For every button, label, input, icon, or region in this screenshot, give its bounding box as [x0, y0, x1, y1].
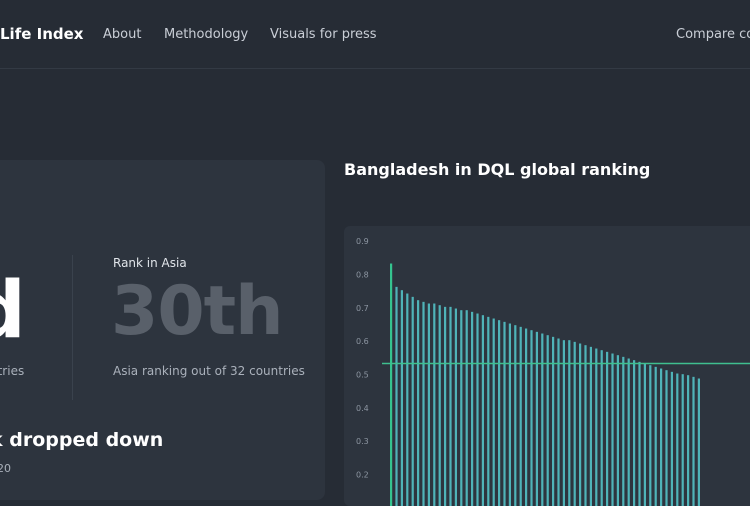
chart-bar[interactable]: [660, 368, 663, 506]
chart-bar[interactable]: [541, 333, 544, 506]
chart-bar[interactable]: [519, 326, 522, 506]
chart-bar[interactable]: [530, 330, 533, 506]
chart-bar[interactable]: [514, 325, 517, 506]
chart-bar[interactable]: [654, 366, 657, 506]
y-tick-label: 0.9: [356, 237, 369, 246]
chart-bar[interactable]: [471, 311, 474, 506]
chart-bar[interactable]: [433, 303, 436, 506]
y-tick-label: 0.6: [356, 337, 369, 346]
chart-bar[interactable]: [616, 355, 619, 506]
global-rank-subtitle: ntries: [0, 364, 25, 378]
chart-title: Bangladesh in DQL global ranking: [344, 160, 651, 179]
chart-bar[interactable]: [627, 358, 630, 506]
chart-bar[interactable]: [460, 310, 463, 506]
global-ranking-chart: 0.9 0.8 0.7 0.6 0.5 0.4 0.3 0.2: [356, 237, 750, 506]
chart-bar[interactable]: [525, 328, 528, 506]
chart-bar[interactable]: [633, 360, 636, 506]
nav-link-about[interactable]: About: [103, 27, 141, 42]
rank-change-headline: k dropped down: [0, 429, 164, 451]
y-tick-label: 0.3: [356, 437, 369, 446]
y-tick-label: 0.4: [356, 404, 369, 413]
chart-bar[interactable]: [600, 350, 603, 506]
chart-bar[interactable]: [503, 321, 506, 506]
chart-bar[interactable]: [438, 305, 441, 506]
asia-rank-value: 30th: [111, 272, 284, 351]
chart-bar[interactable]: [492, 318, 495, 506]
chart-bar[interactable]: [638, 361, 641, 506]
chart-bar[interactable]: [697, 378, 700, 506]
asia-rank-subtitle: Asia ranking out of 32 countries: [113, 364, 305, 378]
y-tick-label: 0.8: [356, 271, 369, 280]
chart-bar[interactable]: [670, 371, 673, 506]
chart-bar[interactable]: [595, 348, 598, 506]
chart-bar[interactable]: [676, 373, 679, 506]
nav-link-compare[interactable]: Compare co: [676, 27, 750, 42]
chart-bar[interactable]: [589, 346, 592, 506]
chart-bar[interactable]: [579, 343, 582, 506]
chart-bar[interactable]: [692, 376, 695, 506]
chart-bar[interactable]: [417, 300, 420, 506]
chart-bar[interactable]: [562, 340, 565, 506]
chart-bar[interactable]: [568, 340, 571, 506]
y-tick-label: 0.7: [356, 304, 369, 313]
top-navigation: Life Index About Methodology Visuals for…: [0, 0, 750, 69]
nav-link-visuals-for-press[interactable]: Visuals for press: [270, 27, 377, 42]
chart-bar[interactable]: [573, 341, 576, 506]
chart-bar[interactable]: [584, 345, 587, 506]
chart-bar[interactable]: [649, 365, 652, 506]
chart-bar[interactable]: [535, 331, 538, 506]
chart-bar[interactable]: [395, 286, 398, 506]
chart-bar[interactable]: [498, 320, 501, 506]
brand-logo[interactable]: Life Index: [0, 25, 83, 43]
chart-bar[interactable]: [449, 306, 452, 506]
chart-bar[interactable]: [552, 336, 555, 506]
chart-bar[interactable]: [481, 315, 484, 506]
nav-link-methodology[interactable]: Methodology: [164, 27, 248, 42]
chart-bar[interactable]: [476, 313, 479, 506]
chart-bar[interactable]: [406, 293, 409, 506]
chart-bar[interactable]: [422, 301, 425, 506]
chart-bar[interactable]: [508, 323, 511, 506]
global-ranking-chart-panel: 0.9 0.8 0.7 0.6 0.5 0.4 0.3 0.2: [344, 226, 750, 506]
chart-bar[interactable]: [444, 306, 447, 506]
chart-bar[interactable]: [622, 356, 625, 506]
chart-bar[interactable]: [487, 316, 490, 506]
chart-bar[interactable]: [665, 370, 668, 506]
asia-rank-label: Rank in Asia: [113, 256, 187, 270]
chart-bar[interactable]: [465, 310, 468, 506]
y-tick-label: 0.2: [356, 471, 369, 480]
chart-bar[interactable]: [411, 296, 414, 506]
chart-bar[interactable]: [400, 290, 403, 506]
global-rank-value: d: [0, 272, 26, 350]
chart-bar[interactable]: [606, 351, 609, 506]
chart-bar[interactable]: [454, 308, 457, 506]
rank-divider: [72, 255, 73, 400]
chart-bar[interactable]: [643, 363, 646, 506]
chart-bar[interactable]: [427, 303, 430, 506]
y-tick-label: 0.5: [356, 371, 369, 380]
chart-bar[interactable]: [687, 375, 690, 506]
chart-bar[interactable]: [611, 353, 614, 506]
chart-bar[interactable]: [546, 335, 549, 506]
chart-bar[interactable]: [681, 374, 684, 506]
rank-change-year: 020: [0, 462, 11, 475]
highlighted-bar[interactable]: [390, 263, 393, 506]
